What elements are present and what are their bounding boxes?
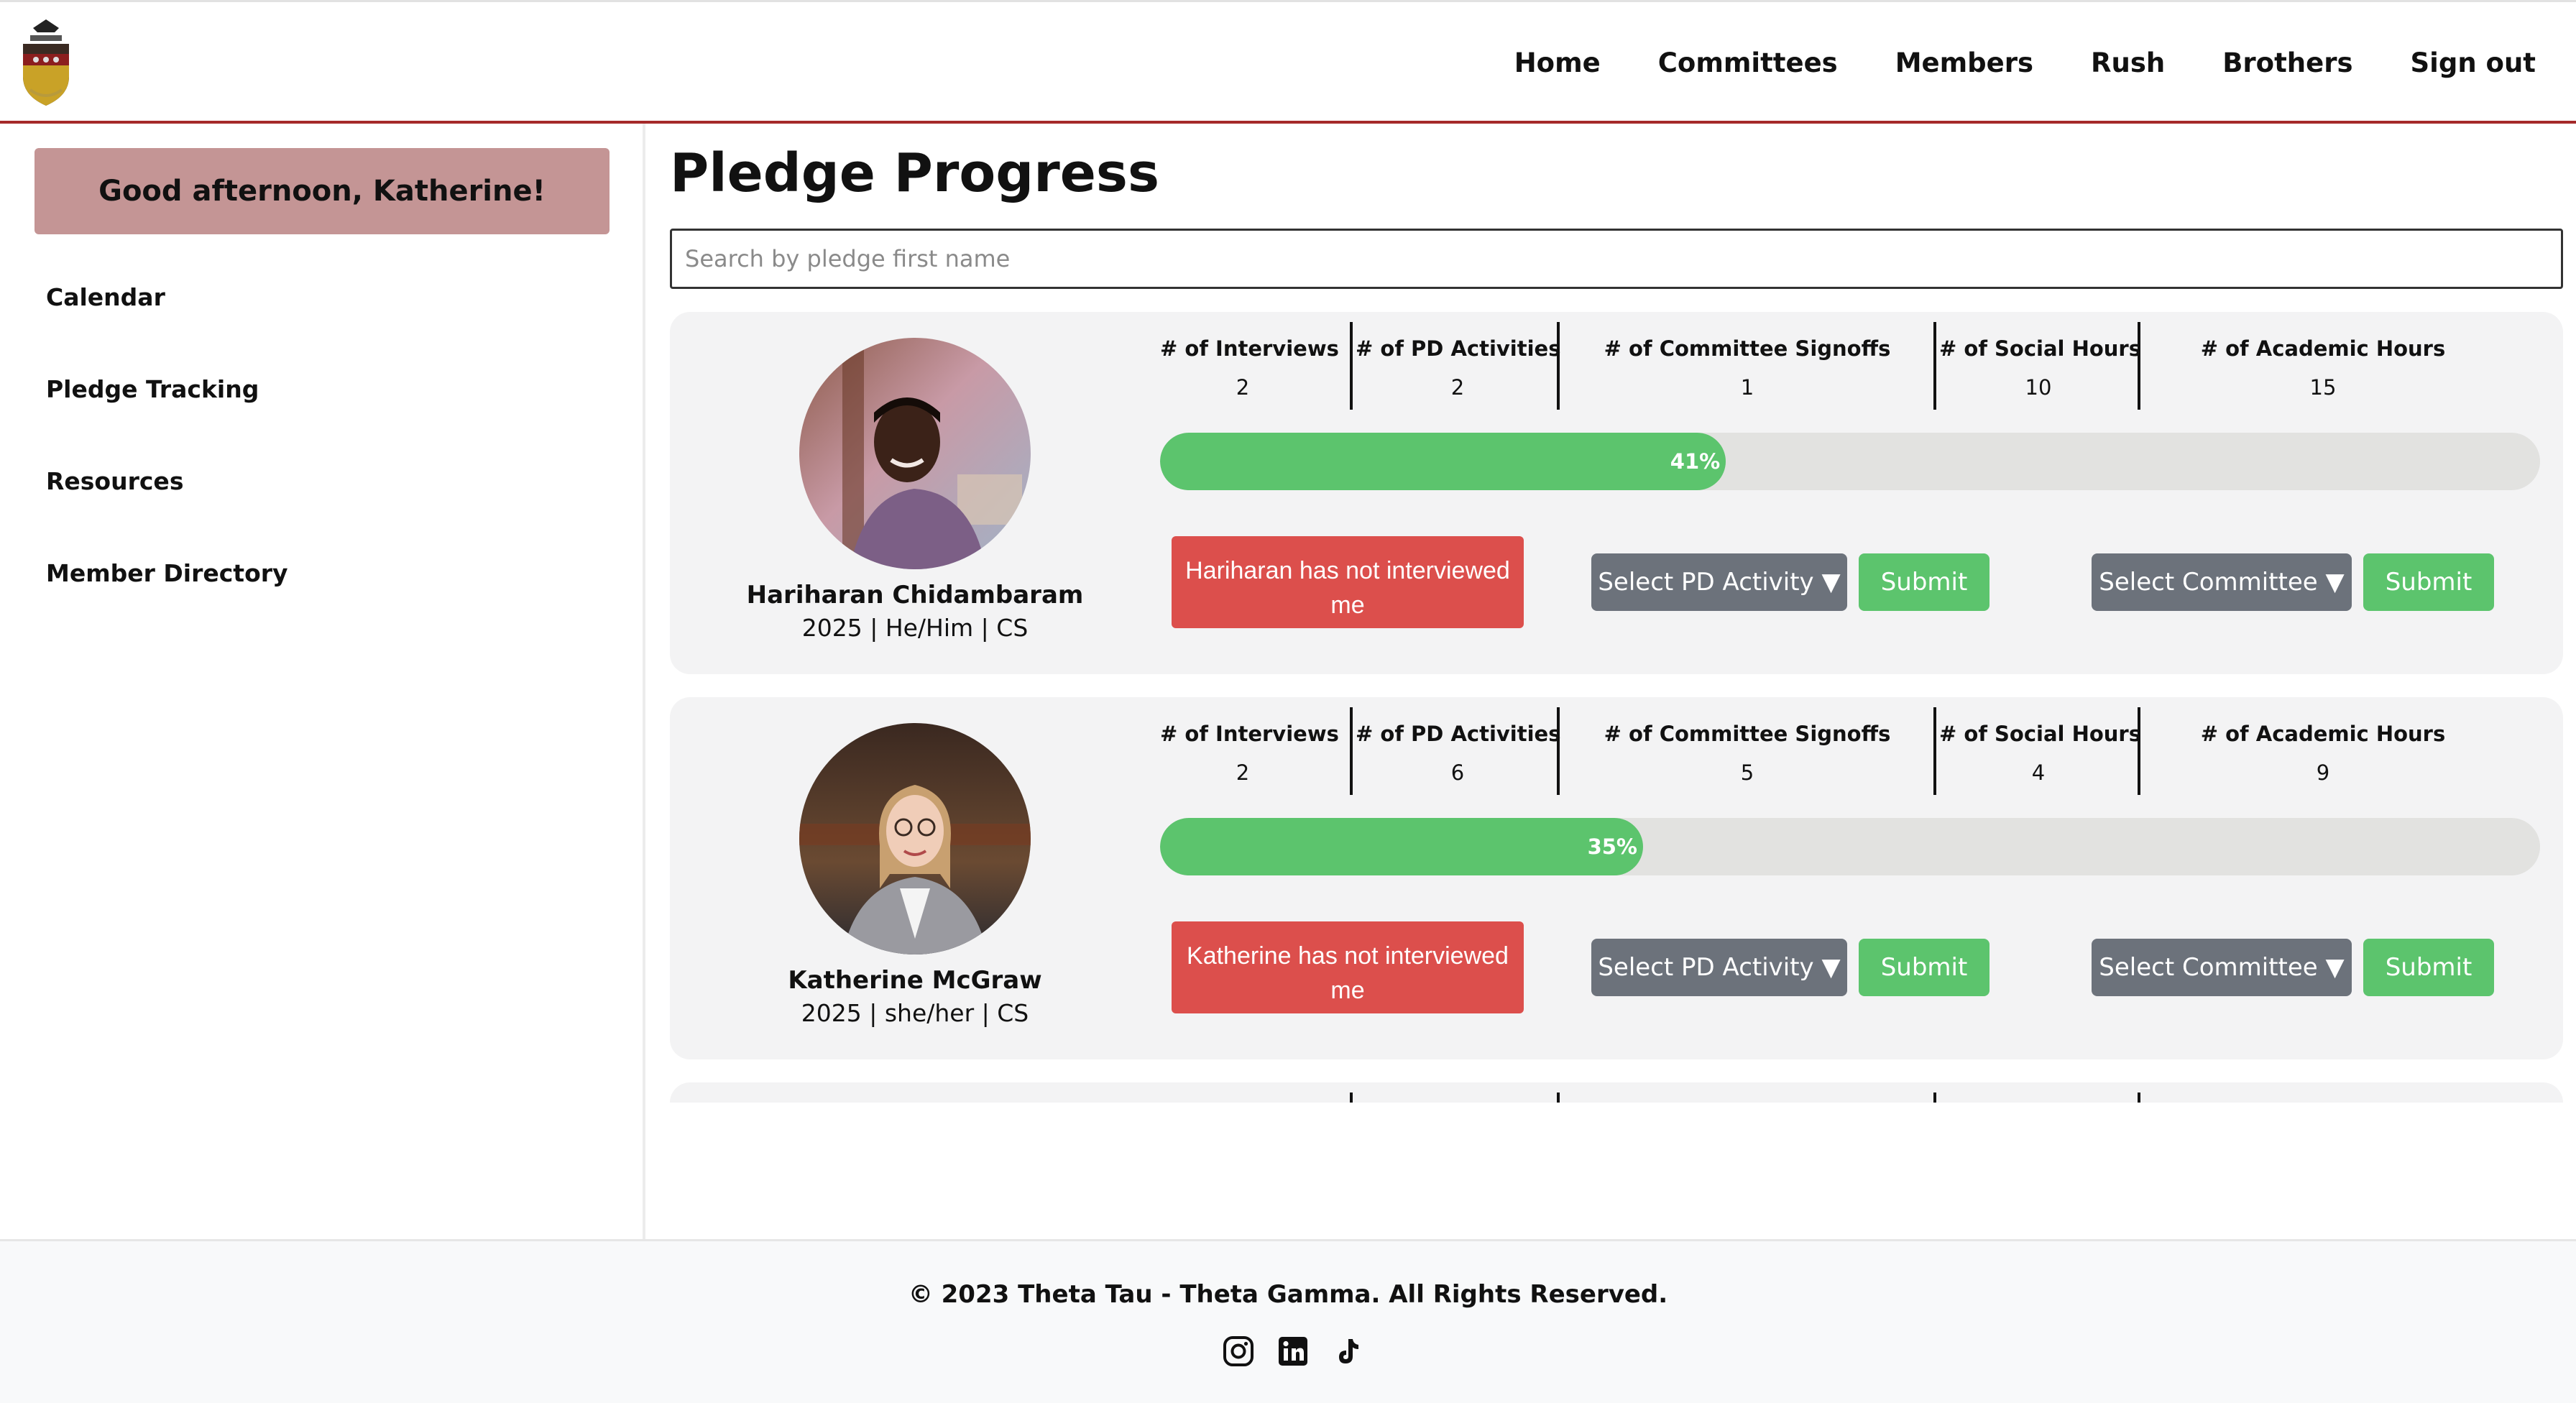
stat-divider [1933,707,1936,795]
sidebar: Good afternoon, Katherine! Calendar Pled… [0,124,645,1239]
stat-academic-hours: # of Academic Hours 15 [2143,322,2503,410]
stat-divider [2138,322,2140,410]
stat-value: 1 [1740,375,1754,400]
stat-interviews: # of Interviews 2 [1160,707,1339,795]
select-pd-activity-dropdown[interactable]: Select PD Activity ▼ [1591,939,1847,996]
stat-value: 5 [1740,760,1754,785]
sidebar-item-pledge-tracking[interactable]: Pledge Tracking [46,375,259,403]
stat-value: 2 [1236,760,1250,785]
stat-label: # of Academic Hours [2200,722,2446,746]
stat-academic-hours: # of Academic Hours 9 [2143,707,2503,795]
progress-fill: 41% [1160,433,1726,490]
submit-committee-button[interactable]: Submit [2363,553,2494,611]
instagram-icon[interactable] [1222,1335,1255,1368]
stat-value: 4 [2031,760,2046,785]
stat-interviews: # of Interviews 2 [1160,322,1339,410]
stat-value: 10 [2025,375,2052,400]
main-nav: Home Committees Members Rush Brothers Si… [1457,40,2536,86]
nav-rush[interactable]: Rush [2091,47,2165,78]
nav-brothers[interactable]: Brothers [2222,47,2352,78]
submit-pd-activity-button[interactable]: Submit [1859,553,1990,611]
stat-divider [1933,322,1936,410]
stat-committee-signoffs: # of Committee Signoffs 5 [1563,707,1932,795]
footer: © 2023 Theta Tau - Theta Gamma. All Righ… [0,1239,2576,1403]
stat-pd-activities: # of PD Activities 6 [1356,707,1560,795]
stat-value: 2 [1236,375,1250,400]
nav-committees[interactable]: Committees [1658,47,1838,78]
interview-status-button[interactable]: Katherine has not interviewed me [1172,921,1524,1013]
stat-committee-signoffs: # of Committee Signoffs 1 [1563,322,1932,410]
social-links [1222,1335,1386,1368]
pledge-details: 2025 | she/her | CS [801,999,1029,1027]
progress-label: 41% [1670,449,1721,474]
progress-fill: 35% [1160,818,1643,875]
pledge-card: Hariharan Chidambaram 2025 | He/Him | CS… [670,312,2563,674]
stat-label: # of Interviews [1160,722,1339,746]
stat-label: # of Interviews [1160,336,1339,361]
stat-label: # of PD Activities [1356,336,1561,361]
nav-members[interactable]: Members [1895,47,2033,78]
greeting-banner: Good afternoon, Katherine! [34,148,610,234]
progress-bar: 35% [1160,818,2540,875]
submit-committee-button[interactable]: Submit [2363,939,2494,996]
pledge-avatar [799,338,1031,569]
stat-divider [2138,707,2140,795]
stat-divider [1557,707,1560,795]
stat-value: 2 [1450,375,1465,400]
stat-pd-activities: # of PD Activities 2 [1356,322,1560,410]
pledge-details: 2025 | He/Him | CS [801,614,1029,642]
stat-label: # of Social Hours [1939,722,2141,746]
scroll-clip [645,1103,2576,1239]
pledge-avatar [799,723,1031,954]
pledge-search-input[interactable] [670,229,2563,289]
stat-divider [1350,322,1353,410]
pledge-name: Hariharan Chidambaram [746,581,1084,610]
stat-label: # of PD Activities [1356,722,1561,746]
progress-label: 35% [1587,834,1637,859]
main-content: Pledge Progress Hari [645,124,2576,1239]
nav-home[interactable]: Home [1514,47,1601,78]
stat-value: 9 [2316,760,2330,785]
nav-sign-out[interactable]: Sign out [2411,47,2536,78]
sidebar-item-member-directory[interactable]: Member Directory [46,559,288,587]
interview-status-button[interactable]: Hariharan has not interviewed me [1172,536,1524,628]
select-committee-dropdown[interactable]: Select Committee ▼ [2092,553,2352,611]
sidebar-item-calendar[interactable]: Calendar [46,283,165,311]
stat-label: # of Academic Hours [2200,336,2446,361]
stat-social-hours: # of Social Hours 10 [1939,322,2141,410]
select-committee-dropdown[interactable]: Select Committee ▼ [2092,939,2352,996]
stat-value: 15 [2309,375,2337,400]
select-pd-activity-dropdown[interactable]: Select PD Activity ▼ [1591,553,1847,611]
progress-bar: 41% [1160,433,2540,490]
copyright-text: © 2023 Theta Tau - Theta Gamma. All Righ… [908,1280,1668,1309]
stat-label: # of Committee Signoffs [1604,722,1891,746]
submit-pd-activity-button[interactable]: Submit [1859,939,1990,996]
linkedin-icon[interactable] [1276,1335,1310,1368]
pledge-card: Katherine McGraw 2025 | she/her | CS # o… [670,697,2563,1059]
tiktok-icon[interactable] [1331,1335,1364,1368]
stat-divider [1557,322,1560,410]
stat-value: 6 [1450,760,1465,785]
pledge-name: Katherine McGraw [788,966,1042,995]
stat-social-hours: # of Social Hours 4 [1939,707,2141,795]
stat-label: # of Social Hours [1939,336,2141,361]
fraternity-crest-logo[interactable] [19,15,73,110]
stat-label: # of Committee Signoffs [1604,336,1891,361]
stat-divider [1350,707,1353,795]
sidebar-item-resources[interactable]: Resources [46,467,183,495]
top-navbar: Home Committees Members Rush Brothers Si… [0,0,2576,124]
page-title: Pledge Progress [670,142,1159,204]
